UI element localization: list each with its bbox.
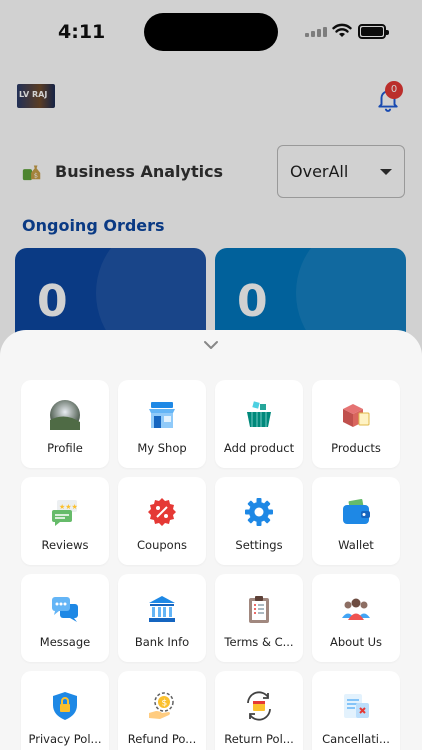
menu-item-reviews[interactable]: ★★★ Reviews (21, 477, 109, 565)
menu-item-label: Privacy Pol... (28, 732, 102, 746)
menu-item-add-product[interactable]: Add product (215, 380, 303, 468)
profile-avatar-icon (49, 399, 81, 431)
cancel-doc-icon (340, 690, 372, 722)
menu-item-label: Refund Po... (127, 732, 197, 746)
menu-item-message[interactable]: Message (21, 574, 109, 662)
return-box-icon (243, 690, 275, 722)
products-box-icon (340, 399, 372, 431)
chevron-down-icon[interactable] (203, 340, 219, 350)
menu-item-label: Bank Info (134, 635, 190, 649)
add-product-icon (243, 399, 275, 431)
menu-item-cancellation[interactable]: Cancellati... (312, 671, 400, 750)
menu-item-label: Cancellati... (322, 732, 390, 746)
menu-item-wallet[interactable]: Wallet (312, 477, 400, 565)
menu-item-return-policy[interactable]: Return Pol... (215, 671, 303, 750)
reviews-icon: ★★★ (49, 496, 81, 528)
svg-text:$: $ (162, 699, 168, 709)
menu-item-label: Add product (223, 441, 295, 455)
clipboard-icon (243, 593, 275, 625)
menu-item-label: Message (39, 635, 91, 649)
menu-item-privacy-policy[interactable]: Privacy Pol... (21, 671, 109, 750)
menu-grid: Profile My Shop Add product Products ★★★… (21, 380, 400, 750)
coupon-icon (146, 496, 178, 528)
people-icon (340, 593, 372, 625)
menu-item-label: About Us (329, 635, 383, 649)
shop-icon (146, 399, 178, 431)
menu-item-label: Profile (47, 441, 83, 455)
screen: 4:11 LV RAJ 0 $ Business Analytics OverA… (0, 0, 422, 750)
menu-item-label: Coupons (137, 538, 187, 552)
menu-item-about-us[interactable]: About Us (312, 574, 400, 662)
menu-item-label: Wallet (338, 538, 374, 552)
menu-item-refund-policy[interactable]: $ Refund Po... (118, 671, 206, 750)
menu-item-my-shop[interactable]: My Shop (118, 380, 206, 468)
menu-item-label: Settings (235, 538, 283, 552)
chat-icon (49, 593, 81, 625)
menu-item-bank-info[interactable]: Bank Info (118, 574, 206, 662)
menu-item-label: Products (331, 441, 381, 455)
bottom-sheet-menu: Profile My Shop Add product Products ★★★… (0, 330, 422, 750)
menu-item-settings[interactable]: Settings (215, 477, 303, 565)
menu-item-coupons[interactable]: Coupons (118, 477, 206, 565)
gear-icon (243, 496, 275, 528)
menu-item-label: My Shop (137, 441, 187, 455)
wallet-icon (340, 496, 372, 528)
menu-item-label: Return Pol... (224, 732, 294, 746)
menu-item-profile[interactable]: Profile (21, 380, 109, 468)
svg-text:★★★: ★★★ (59, 503, 78, 511)
menu-item-terms[interactable]: Terms & C... (215, 574, 303, 662)
shield-lock-icon (49, 690, 81, 722)
menu-item-label: Reviews (41, 538, 89, 552)
bank-icon (146, 593, 178, 625)
menu-item-label: Terms & C... (224, 635, 294, 649)
refund-icon: $ (146, 690, 178, 722)
menu-item-products[interactable]: Products (312, 380, 400, 468)
